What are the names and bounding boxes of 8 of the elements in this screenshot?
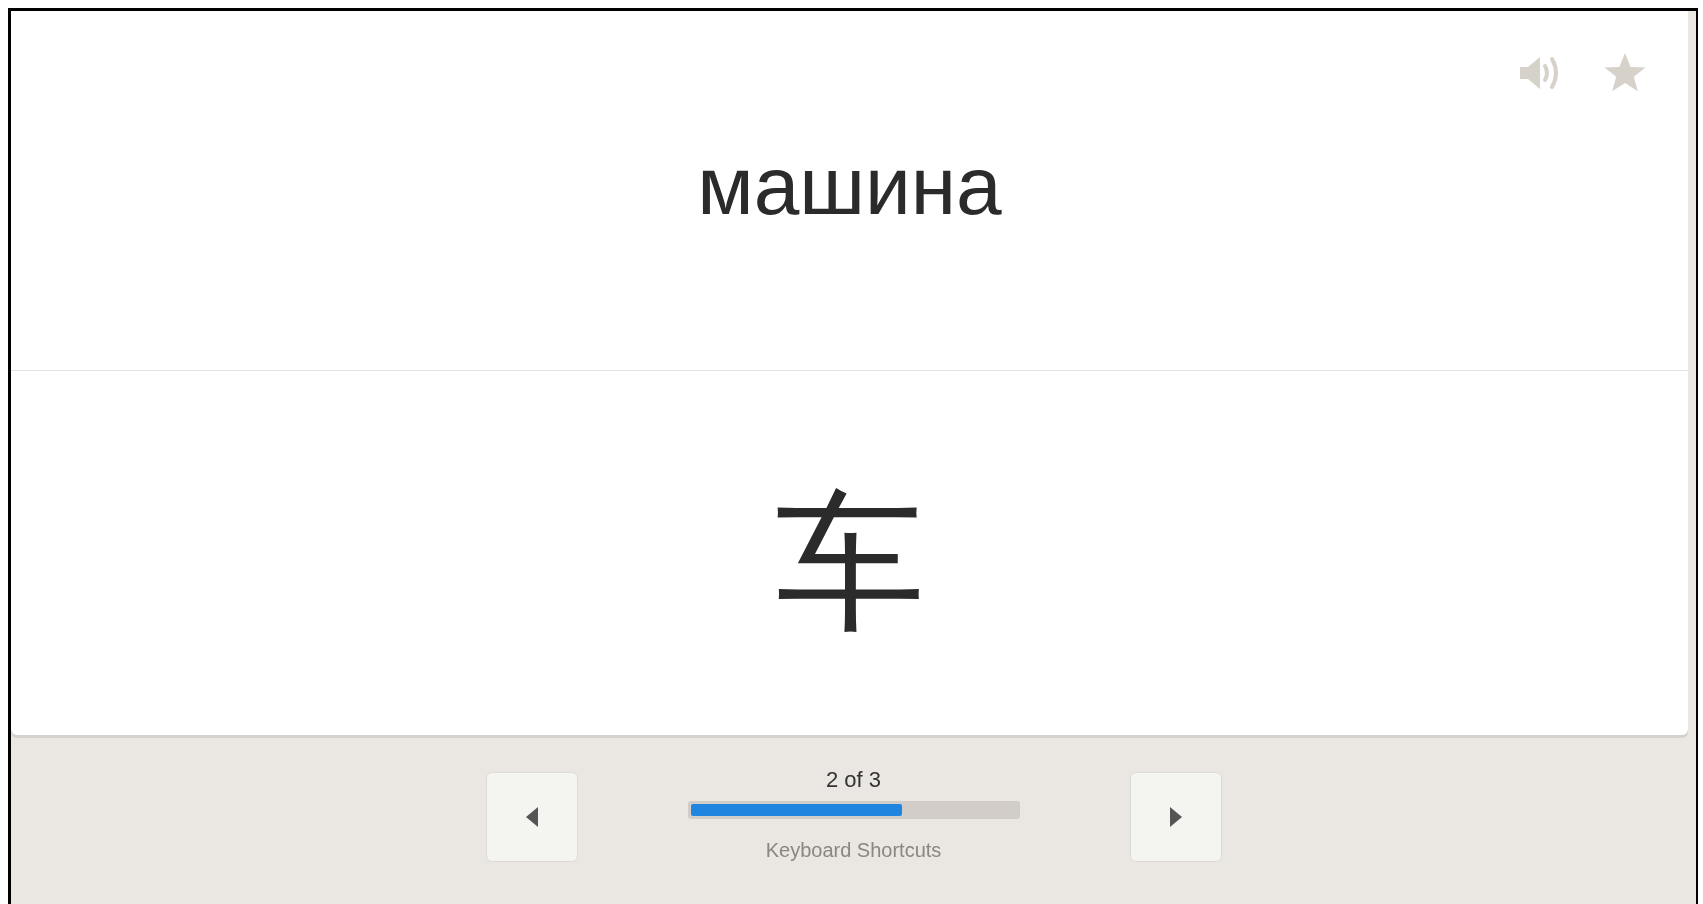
left-triangle-icon (525, 806, 538, 827)
card-counter: 2 of 3 (825, 768, 881, 791)
next-button[interactable] (1129, 771, 1222, 862)
keyboard-shortcuts-link[interactable]: Keyboard Shortcuts (765, 834, 942, 865)
term-text: машина (697, 144, 1002, 227)
right-triangle-icon (1169, 806, 1182, 827)
definition-text: 车 (774, 487, 925, 637)
previous-button[interactable] (485, 771, 578, 862)
